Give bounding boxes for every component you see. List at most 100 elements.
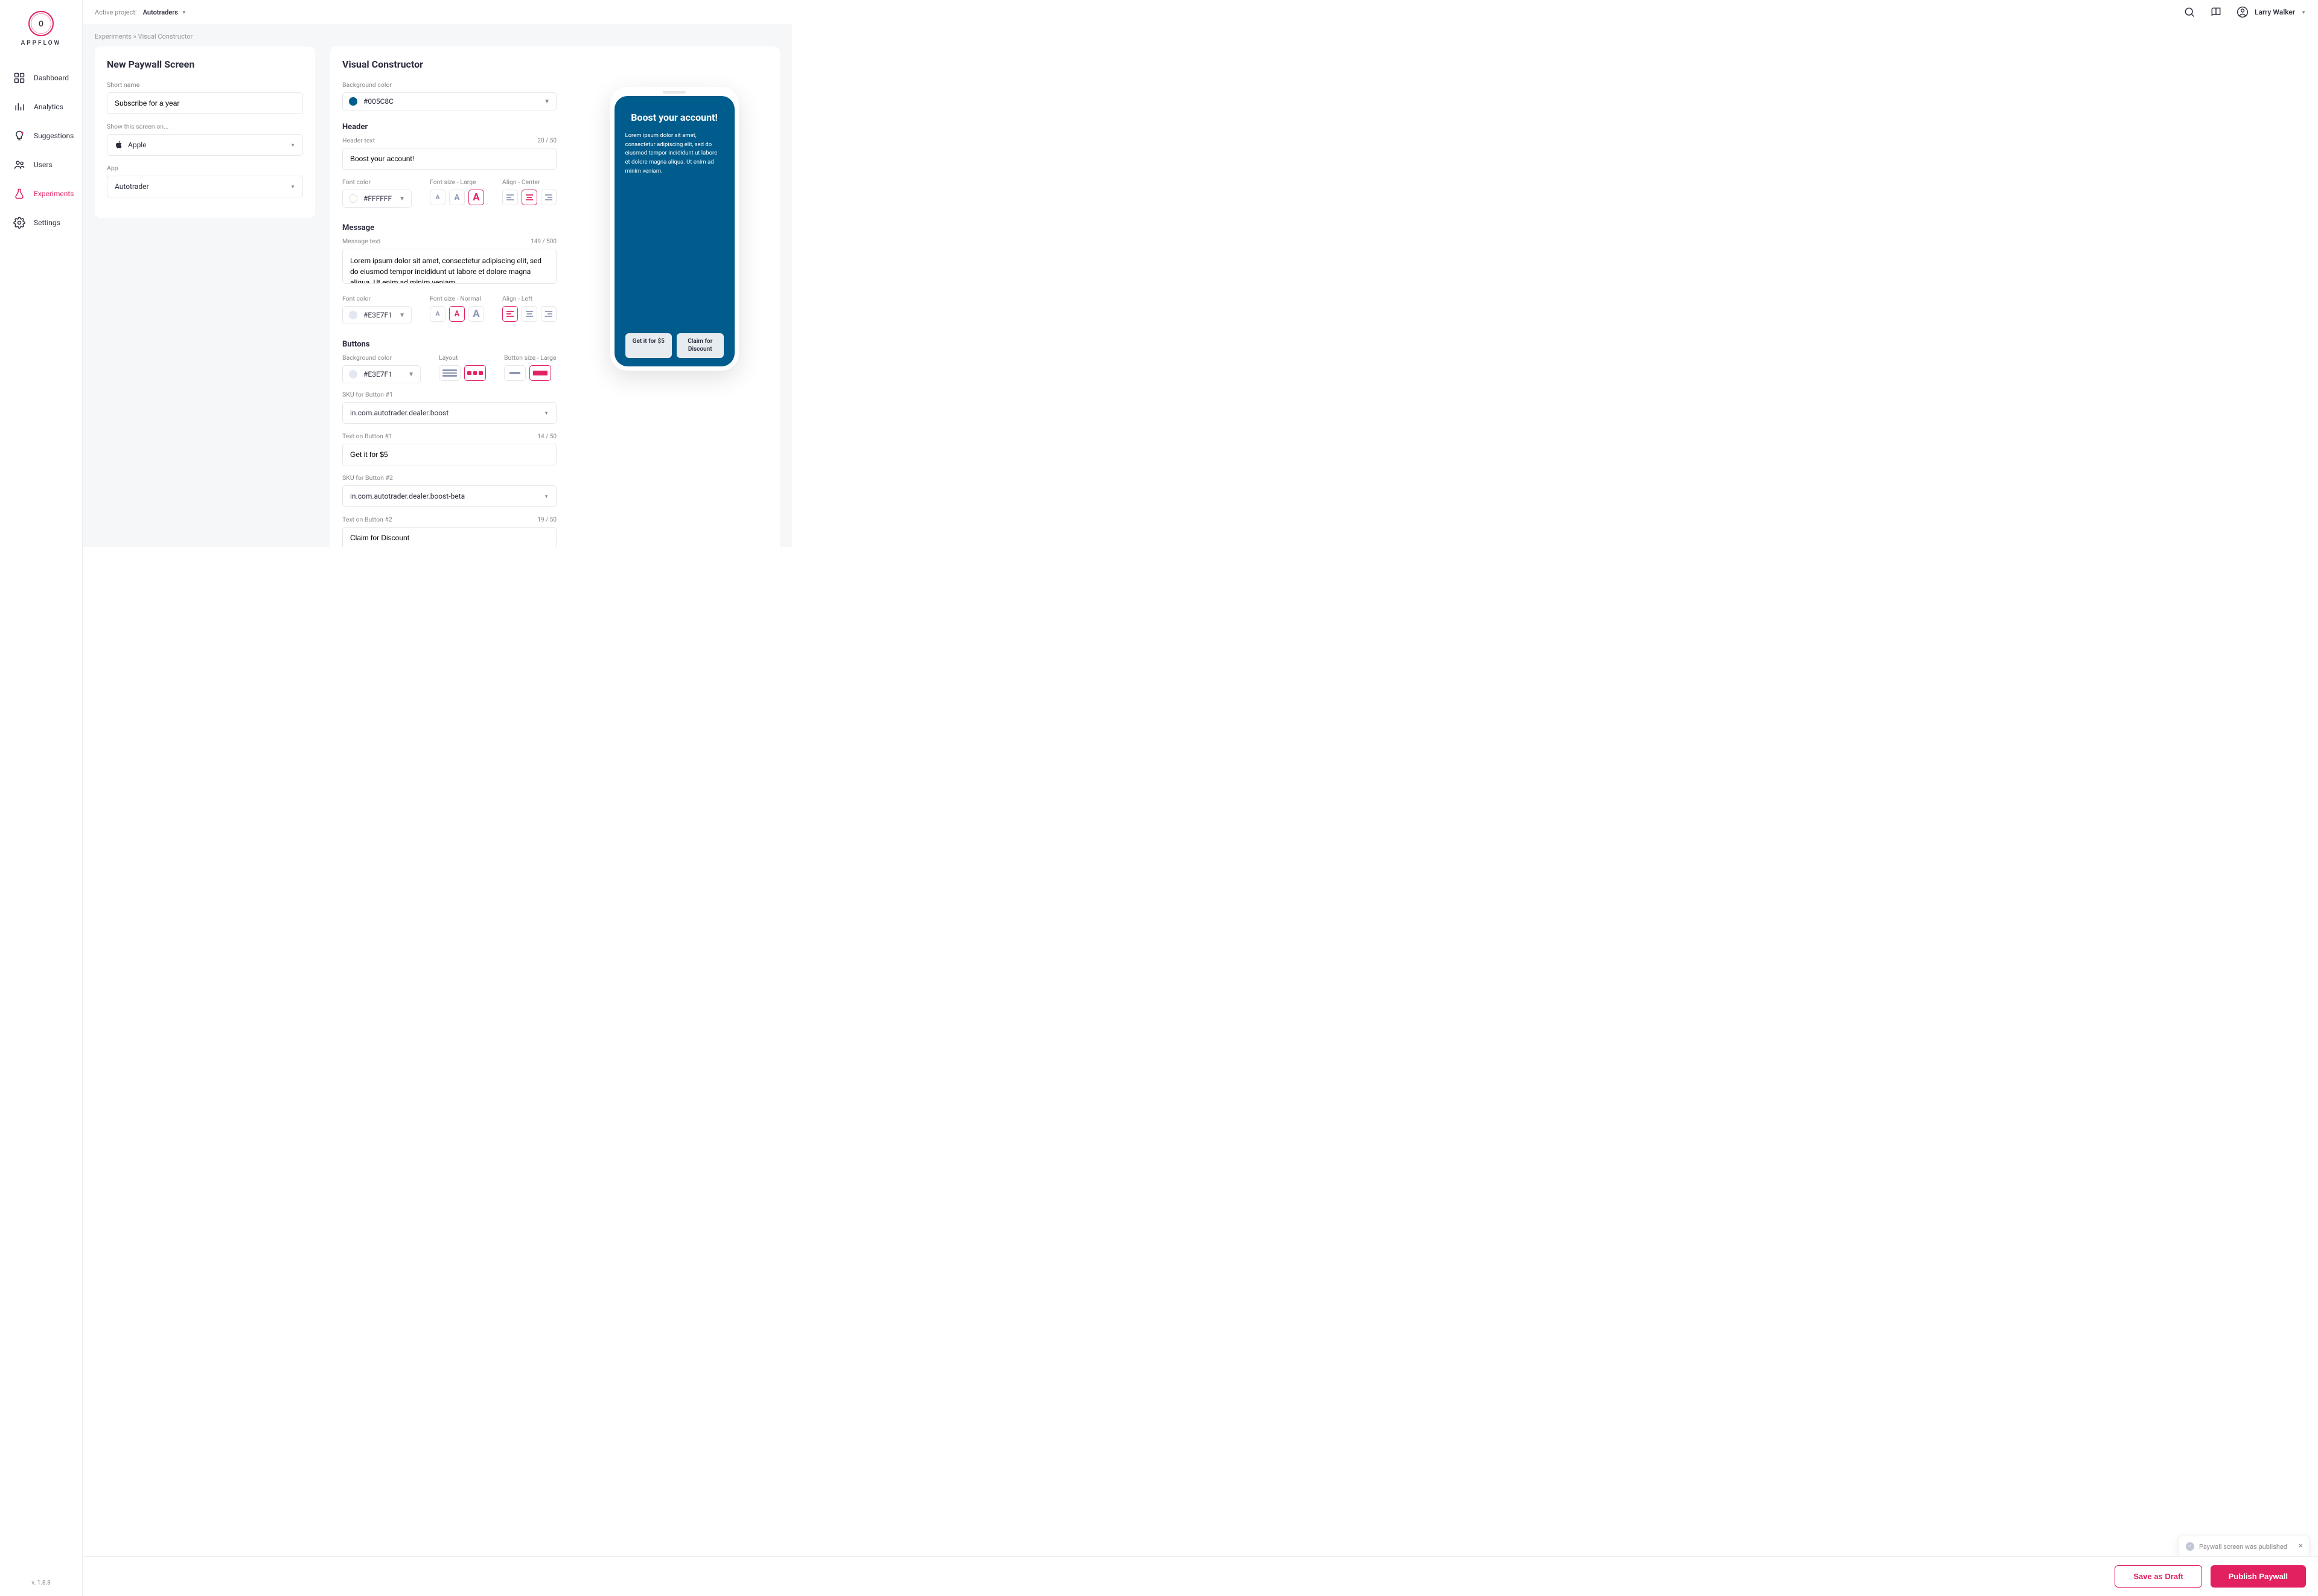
vc-controls: Background color #005C8C ▼ Header Header… xyxy=(342,81,557,547)
text1-counter: 14 / 50 xyxy=(537,433,557,440)
align-center[interactable] xyxy=(522,306,537,322)
user-name: Larry Walker xyxy=(2255,8,2295,16)
chevron-down-icon: ▼ xyxy=(2301,10,2306,15)
project-selector[interactable]: Autotraders ▼ xyxy=(143,8,187,16)
toast-notification: ✓ Paywall screen was published × xyxy=(2178,1536,2310,1557)
app-select[interactable]: Autotrader ▼ xyxy=(107,176,303,197)
preview-btn2: Claim for Discount xyxy=(677,333,724,358)
sidebar-item-experiments[interactable]: Experiments xyxy=(13,179,82,208)
button-size-small[interactable] xyxy=(504,365,526,381)
sidebar-item-users[interactable]: Users xyxy=(13,150,82,179)
breadcrumb: Experiments » Visual Constructor xyxy=(83,24,792,46)
text2-label: Text on Button #2 xyxy=(342,516,392,523)
sidebar-item-analytics[interactable]: Analytics xyxy=(13,92,82,121)
check-icon: ✓ xyxy=(2186,1542,2194,1551)
font-size-label: Font size - Normal xyxy=(430,295,484,302)
search-icon[interactable] xyxy=(2183,6,2195,18)
publish-button[interactable]: Publish Paywall xyxy=(2211,1565,2306,1588)
header-text-input[interactable] xyxy=(342,148,557,170)
align-right[interactable] xyxy=(541,190,557,205)
header-font-color-select[interactable]: #FFFFFF ▼ xyxy=(342,190,412,208)
suggestions-icon xyxy=(13,130,25,142)
sku2-select[interactable]: in.com.autotrader.dealer.boost-beta ▼ xyxy=(342,485,557,507)
bg-color-select[interactable]: #005C8C ▼ xyxy=(342,92,557,110)
sidebar-item-dashboard[interactable]: Dashboard xyxy=(13,63,82,92)
font-size-large[interactable]: A xyxy=(468,190,484,205)
app-label: App xyxy=(107,164,303,172)
nav-label: Users xyxy=(34,161,53,169)
chevron-down-icon: ▼ xyxy=(544,410,549,416)
layout-vertical[interactable] xyxy=(439,365,461,381)
apple-icon xyxy=(115,141,123,149)
font-size-medium[interactable]: A xyxy=(449,306,465,322)
text1-label: Text on Button #1 xyxy=(342,432,392,440)
font-size-small[interactable]: A xyxy=(430,306,445,322)
project-name: Autotraders xyxy=(143,8,178,16)
chevron-down-icon: ▼ xyxy=(399,312,405,319)
user-icon xyxy=(2237,6,2249,18)
sku1-value: in.com.autotrader.dealer.boost xyxy=(350,409,449,417)
align-right[interactable] xyxy=(541,306,557,322)
logo-text: APPFLOW xyxy=(21,40,62,46)
new-paywall-card: New Paywall Screen Short name Show this … xyxy=(95,46,315,218)
button-size-label: Button size - Large xyxy=(504,354,557,362)
nav-label: Settings xyxy=(34,219,60,227)
app-value: Autotrader xyxy=(115,182,149,191)
message-text-input[interactable] xyxy=(342,249,557,284)
header-section-title: Header xyxy=(342,123,557,132)
card-title: Visual Constructor xyxy=(342,59,768,70)
phone-screen: Boost your account! Lorem ipsum dolor si… xyxy=(615,96,735,366)
sidebar-item-suggestions[interactable]: Suggestions xyxy=(13,121,82,150)
text2-input[interactable] xyxy=(342,527,557,547)
text1-input[interactable] xyxy=(342,444,557,465)
button-size-large[interactable] xyxy=(529,365,551,381)
font-color-value: #E3E7F1 xyxy=(363,370,392,378)
font-size-small[interactable]: A xyxy=(430,190,445,205)
layout-horizontal[interactable] xyxy=(464,365,486,381)
sidebar-item-settings[interactable]: Settings xyxy=(13,208,82,237)
align-center[interactable] xyxy=(522,190,537,205)
font-size-large[interactable]: A xyxy=(468,306,484,322)
sku2-label: SKU for Button #2 xyxy=(342,474,557,482)
sku2-value: in.com.autotrader.dealer.boost-beta xyxy=(350,492,465,500)
user-menu[interactable]: Larry Walker ▼ xyxy=(2237,6,2306,18)
close-icon[interactable]: × xyxy=(2299,1541,2303,1551)
message-font-color-select[interactable]: #E3E7F1 ▼ xyxy=(342,306,412,324)
button-bg-color-select[interactable]: #E3E7F1 ▼ xyxy=(342,365,421,383)
users-icon xyxy=(13,159,25,171)
sku1-select[interactable]: in.com.autotrader.dealer.boost ▼ xyxy=(342,402,557,424)
sku1-label: SKU for Button #1 xyxy=(342,391,557,398)
font-color-value: #E3E7F1 xyxy=(363,311,392,319)
color-swatch xyxy=(349,311,357,319)
experiments-icon xyxy=(13,188,25,200)
layout-label: Layout xyxy=(439,354,486,362)
align-label: Align - Left xyxy=(502,295,557,302)
preview-pane: Boost your account! Lorem ipsum dolor si… xyxy=(581,81,768,547)
short-name-label: Short name xyxy=(107,81,303,89)
font-color-label: Font color xyxy=(342,178,412,186)
show-on-select[interactable]: Apple ▼ xyxy=(107,134,303,156)
nav-label: Analytics xyxy=(34,103,63,111)
align-left[interactable] xyxy=(502,190,518,205)
short-name-input[interactable] xyxy=(107,92,303,114)
color-swatch xyxy=(349,370,357,378)
font-color-value: #FFFFFF xyxy=(363,194,392,203)
color-swatch xyxy=(349,97,357,106)
preview-message: Lorem ipsum dolor sit amet, consectetur … xyxy=(625,132,724,176)
button-bg-label: Background color xyxy=(342,354,421,362)
active-project-label: Active project: xyxy=(95,8,137,16)
align-label: Align - Center xyxy=(502,178,557,186)
version-label: v. 1.8.8 xyxy=(31,1580,51,1586)
chevron-down-icon: ▼ xyxy=(290,142,295,148)
color-swatch xyxy=(349,194,357,203)
align-left[interactable] xyxy=(502,306,518,322)
settings-icon xyxy=(13,217,25,229)
visual-constructor-card: Visual Constructor Background color #005… xyxy=(330,46,780,547)
save-draft-button[interactable]: Save as Draft xyxy=(2115,1565,2201,1588)
font-size-medium[interactable]: A xyxy=(449,190,465,205)
message-text-label: Message text xyxy=(342,237,380,245)
chevron-down-icon: ▼ xyxy=(399,196,405,202)
docs-icon[interactable] xyxy=(2210,6,2222,18)
chevron-down-icon: ▼ xyxy=(408,371,414,378)
toast-message: Paywall screen was published xyxy=(2199,1543,2287,1551)
